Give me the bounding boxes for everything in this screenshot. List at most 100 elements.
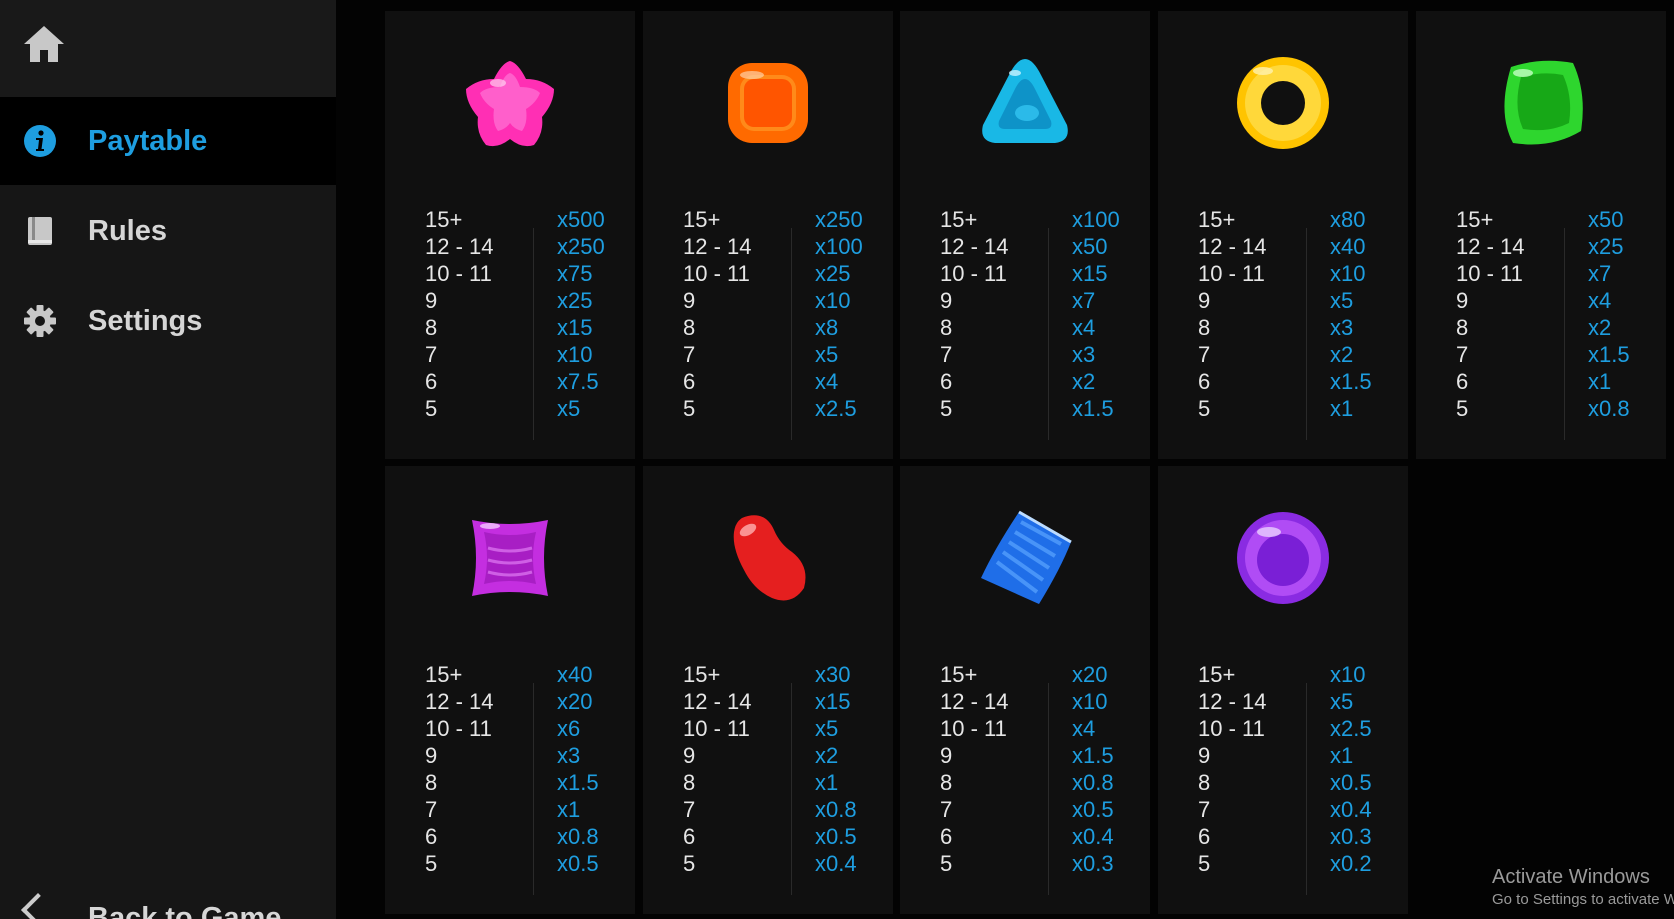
payout-divider: [533, 228, 534, 440]
symbol-count: 7: [683, 797, 696, 822]
payout-multiplier: x2.5: [1330, 716, 1372, 741]
green-gem-candy-icon: [1504, 60, 1583, 145]
payout-multiplier: x5: [815, 716, 839, 741]
back-to-game-button[interactable]: Back to Game: [0, 892, 336, 919]
symbol-count: 8: [425, 770, 438, 795]
payout-multiplier: x1: [1330, 743, 1354, 768]
payout-multiplier: x3: [557, 743, 581, 768]
symbol-count: 12 - 14: [683, 689, 752, 714]
payout-multiplier: x15: [557, 315, 593, 340]
payout-multiplier: x7: [1588, 261, 1612, 286]
payout-multiplier: x1.5: [1588, 342, 1630, 367]
symbol-count: 12 - 14: [683, 234, 752, 259]
symbol-count: 6: [425, 369, 438, 394]
home-button[interactable]: [0, 0, 336, 97]
paytable-card-violet-orb: 15+ x10 12 - 14 x5 10 - 11 x2.5 9 x1 8 x0.5 7 x0.4 6…: [1158, 466, 1408, 914]
payout-multiplier: x6: [557, 716, 581, 741]
payout-multiplier: x0.4: [1330, 797, 1372, 822]
payout-multiplier: x0.8: [1588, 396, 1630, 421]
symbol-count: 8: [940, 770, 953, 795]
symbol-count: 9: [940, 288, 953, 313]
symbol-count: 9: [683, 743, 696, 768]
payout-multiplier: x1: [1588, 369, 1612, 394]
payout-divider: [533, 683, 534, 895]
payout-multiplier: x30: [815, 662, 851, 687]
payout-multiplier: x2: [1330, 342, 1354, 367]
payout-divider: [1306, 683, 1307, 895]
symbol-count: 6: [1198, 824, 1211, 849]
symbol-count: 15+: [940, 662, 978, 687]
payout-multiplier: x4: [1072, 315, 1096, 340]
sidebar-item-label: Paytable: [88, 124, 208, 157]
payout-multiplier: x250: [815, 207, 863, 232]
payout-multiplier: x5: [815, 342, 839, 367]
payout-multiplier: x75: [557, 261, 593, 286]
sidebar-item-rules[interactable]: Rules: [0, 187, 336, 275]
sidebar-item-paytable[interactable]: Paytable: [0, 97, 336, 185]
symbol-count: 8: [425, 315, 438, 340]
payout-multiplier: x500: [557, 207, 605, 232]
symbol-count: 9: [683, 288, 696, 313]
paytable-card-purple-pillow: 15+ x40 12 - 14 x20 10 - 11 x6 9 x3 8 x1.5 7 x1 6 x0.…: [385, 466, 635, 914]
paytable-card-yellow-ring: 15+ x80 12 - 14 x40 10 - 11 x10 9 x5 8 x3 7 x2 6 x1.5…: [1158, 11, 1408, 459]
watermark-title: Activate Windows: [1492, 866, 1650, 888]
symbol-count: 15+: [1198, 207, 1236, 232]
payout-multiplier: x10: [557, 342, 593, 367]
sidebar-item-settings[interactable]: Settings: [0, 277, 336, 365]
payout-multiplier: x250: [557, 234, 605, 259]
symbol-count: 8: [1456, 315, 1469, 340]
payout-multiplier: x2: [1072, 369, 1096, 394]
payout-multiplier: x1.5: [1330, 369, 1372, 394]
book-icon: [22, 213, 58, 249]
symbol-count: 9: [425, 743, 438, 768]
symbol-count: 8: [683, 315, 696, 340]
symbol-count: 5: [940, 851, 953, 876]
payout-divider: [791, 228, 792, 440]
symbol-count: 9: [940, 743, 953, 768]
symbol-count: 12 - 14: [425, 234, 494, 259]
payout-multiplier: x4: [1072, 716, 1096, 741]
pink-star-candy-icon: [466, 61, 554, 147]
payout-divider: [1048, 228, 1049, 440]
payout-multiplier: x1.5: [557, 770, 599, 795]
symbol-count: 10 - 11: [940, 261, 1007, 286]
symbol-count: 15+: [940, 207, 978, 232]
symbol-count: 10 - 11: [1198, 716, 1265, 741]
symbol-count: 7: [940, 342, 953, 367]
payout-multiplier: x5: [1330, 689, 1354, 714]
payout-multiplier: x15: [815, 689, 851, 714]
payout-multiplier: x1.5: [1072, 396, 1114, 421]
paytable-card-orange-square: 15+ x250 12 - 14 x100 10 - 11 x25 9 x10 8 x8 7 x5 6 x…: [643, 11, 893, 459]
payout-multiplier: x10: [1072, 689, 1108, 714]
symbol-count: 10 - 11: [425, 261, 492, 286]
paytable-card-green-gem: 15+ x50 12 - 14 x25 10 - 11 x7 9 x4 8 x2 7 x1.5 6 x1 5…: [1416, 11, 1666, 459]
payout-multiplier: x0.5: [557, 851, 599, 876]
payout-multiplier: x20: [1072, 662, 1108, 687]
symbol-count: 12 - 14: [1198, 689, 1267, 714]
payout-divider: [1306, 228, 1307, 440]
symbol-count: 10 - 11: [1198, 261, 1265, 286]
symbol-count: 6: [683, 824, 696, 849]
payout-multiplier: x2: [815, 743, 839, 768]
payout-multiplier: x40: [557, 662, 593, 687]
symbol-count: 5: [425, 396, 438, 421]
symbol-count: 5: [1198, 851, 1211, 876]
symbol-count: 7: [1198, 797, 1211, 822]
payout-multiplier: x20: [557, 689, 593, 714]
payout-multiplier: x0.3: [1072, 851, 1114, 876]
yellow-ring-candy-icon: [1237, 57, 1329, 149]
payout-multiplier: x2.5: [815, 396, 857, 421]
payout-multiplier: x0.2: [1330, 851, 1372, 876]
paytable-card-red-jellybean: 15+ x30 12 - 14 x15 10 - 11 x5 9 x2 8 x1 7 x0.8 6 x0.…: [643, 466, 893, 914]
payout-multiplier: x2: [1588, 315, 1612, 340]
symbol-count: 6: [940, 824, 953, 849]
payout-multiplier: x25: [557, 288, 593, 313]
payout-multiplier: x10: [1330, 261, 1366, 286]
symbol-count: 9: [1456, 288, 1469, 313]
symbol-count: 15+: [683, 662, 721, 687]
symbol-count: 12 - 14: [425, 689, 494, 714]
payout-multiplier: x25: [1588, 234, 1624, 259]
symbol-count: 5: [683, 396, 696, 421]
symbol-count: 5: [1198, 396, 1211, 421]
symbol-count: 5: [1456, 396, 1469, 421]
